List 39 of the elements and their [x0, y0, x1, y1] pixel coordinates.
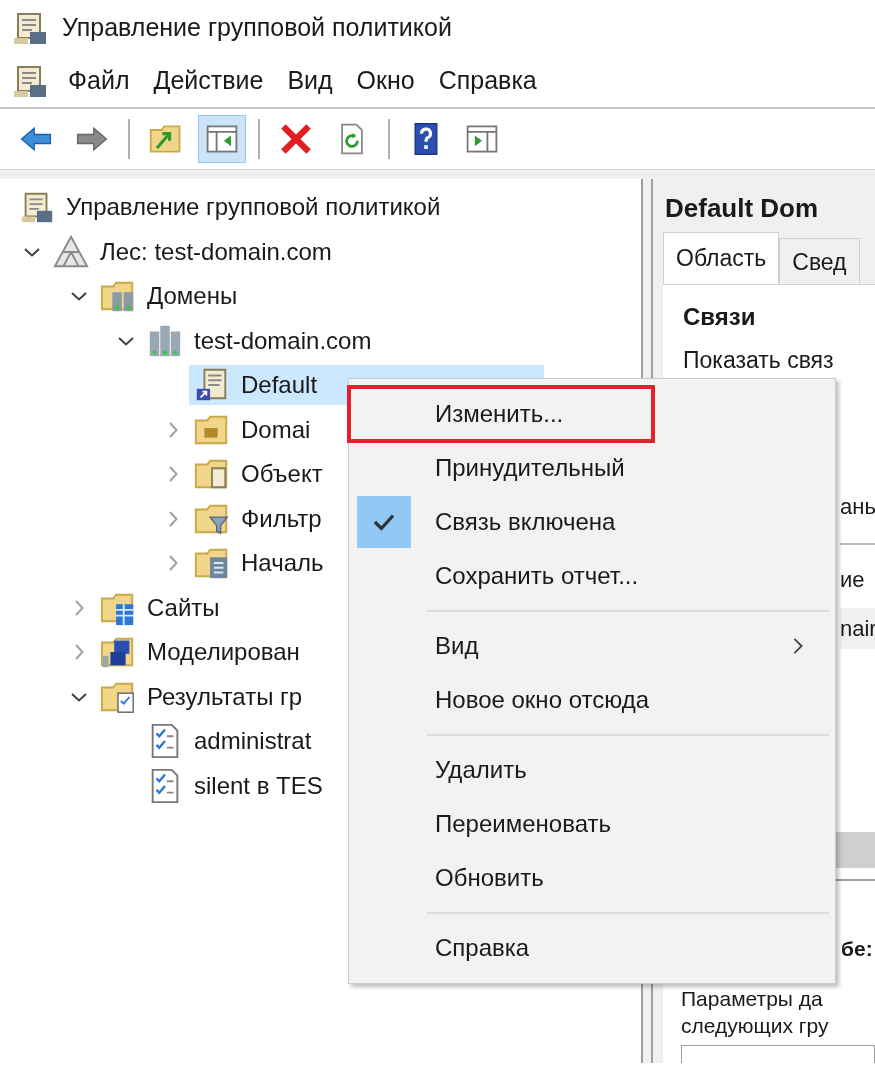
menu-item[interactable]: Окно — [356, 62, 415, 100]
menu-item[interactable]: Переименовать — [349, 797, 835, 851]
tree-item[interactable]: Объект — [189, 454, 329, 495]
tab[interactable]: Свед — [779, 238, 860, 284]
tree-item[interactable]: Моделирован — [95, 632, 306, 673]
tree-item[interactable]: Фильтр — [189, 498, 328, 539]
x-icon — [278, 121, 314, 157]
field-value: ань — [840, 493, 875, 521]
tree-item[interactable]: Управление групповой политикой — [14, 187, 447, 228]
menu-item[interactable]: Удалить — [349, 743, 835, 797]
menu-item[interactable]: Вид — [349, 619, 835, 673]
label: Параметры да — [681, 985, 823, 1012]
tree-item[interactable]: Лес: test-domain.com — [48, 231, 338, 272]
menu-item[interactable]: Новое окно отсюда — [349, 673, 835, 727]
label: следующих гру — [681, 1012, 829, 1039]
tree-item[interactable]: Domai — [189, 409, 317, 450]
tree-item[interactable]: silent в TES — [142, 765, 329, 806]
tree-item[interactable]: Началь — [189, 543, 330, 584]
menu-item[interactable]: Действие — [153, 62, 264, 100]
menu-item[interactable]: Связь включена — [349, 495, 835, 549]
tree-item[interactable]: administrat — [142, 721, 318, 762]
window-title: Управление групповой политикой — [62, 11, 452, 43]
section-heading: Связи — [683, 302, 757, 332]
tab[interactable]: Область — [663, 232, 780, 284]
menu-item[interactable]: Справка — [438, 62, 537, 100]
menu-item[interactable]: Принудительный — [349, 441, 835, 495]
tree-item[interactable]: Домены — [95, 276, 244, 317]
tree-item[interactable]: Результаты гр — [95, 676, 309, 717]
label: Показать связ — [683, 346, 835, 375]
tree-item[interactable]: Сайты — [95, 587, 226, 628]
pane-title: Default Dom — [664, 192, 820, 225]
menu-item[interactable]: Обновить — [349, 851, 835, 905]
column-header: ие — [840, 566, 865, 594]
menu-item[interactable]: Файл — [68, 62, 130, 100]
section-heading: бе: — [841, 936, 873, 962]
menu-item[interactable]: Вид — [287, 62, 333, 100]
menu-item[interactable]: Справка — [349, 921, 835, 975]
tree-item[interactable]: test-domain.com — [142, 320, 378, 361]
menu-item[interactable]: Сохранить отчет... — [349, 549, 835, 603]
